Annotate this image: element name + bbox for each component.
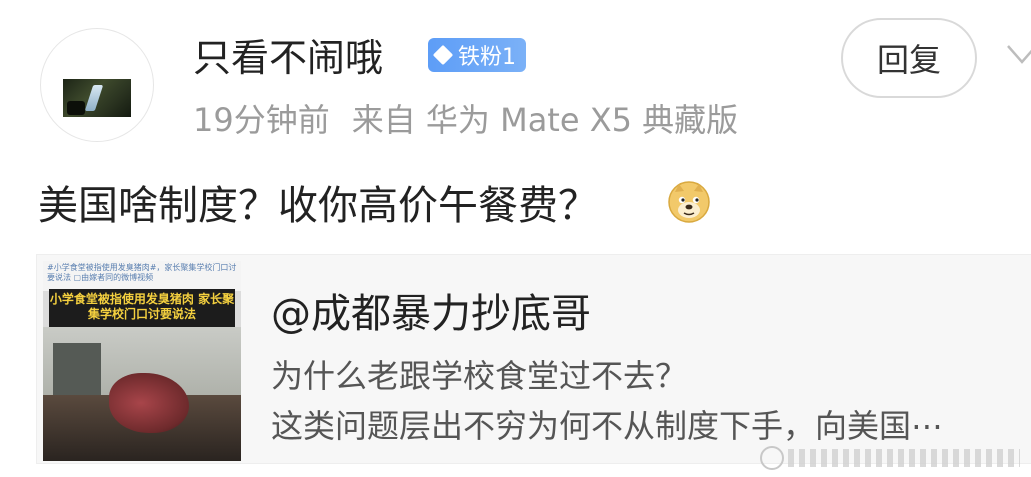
- video-thumbnail[interactable]: #小学食堂被指使用发臭猪肉#，家长聚集学校门口讨要说法 ▢由嫁者同的微博视频 小…: [43, 261, 241, 461]
- username[interactable]: 只看不闹哦: [193, 34, 383, 82]
- comment-time: 19分钟前: [193, 101, 330, 139]
- avatar-image: [63, 79, 131, 117]
- watermark-icon: [760, 446, 784, 470]
- comment-text: 美国啥制度？收你高价午餐费？: [38, 183, 598, 229]
- thumb-window: [53, 343, 101, 399]
- doge-emoji-icon: [667, 180, 711, 224]
- comment-source: 来自 华为 Mate X5 典藏版: [351, 101, 739, 139]
- quoted-author[interactable]: @成都暴力抄底哥: [271, 289, 591, 339]
- reply-button[interactable]: 回复: [841, 18, 977, 98]
- thumb-caption: #小学食堂被指使用发臭猪肉#，家长聚集学校门口讨要说法 ▢由嫁者同的微博视频: [43, 261, 241, 291]
- avatar[interactable]: [40, 28, 154, 142]
- fan-badge-label: 铁粉1: [458, 45, 516, 70]
- diamond-icon: [432, 44, 454, 66]
- watermark: [760, 444, 1020, 472]
- chevron-down-icon[interactable]: [1004, 40, 1031, 70]
- comment-meta: 19分钟前 来自 华为 Mate X5 典藏版: [193, 98, 738, 142]
- quoted-post-card[interactable]: #小学食堂被指使用发臭猪肉#，家长聚集学校门口讨要说法 ▢由嫁者同的微博视频 小…: [36, 254, 1031, 464]
- quoted-text-line2: 这类问题层出不穷为何不从制度下手，向美国⋯: [271, 407, 944, 445]
- fan-badge[interactable]: 铁粉1: [428, 38, 526, 72]
- watermark-text: [788, 449, 1020, 467]
- quoted-text-line1: 为什么老跟学校食堂过不去？: [271, 357, 688, 395]
- thumb-headline: 小学食堂被指使用发臭猪肉 家长聚集学校门口讨要说法: [49, 289, 235, 327]
